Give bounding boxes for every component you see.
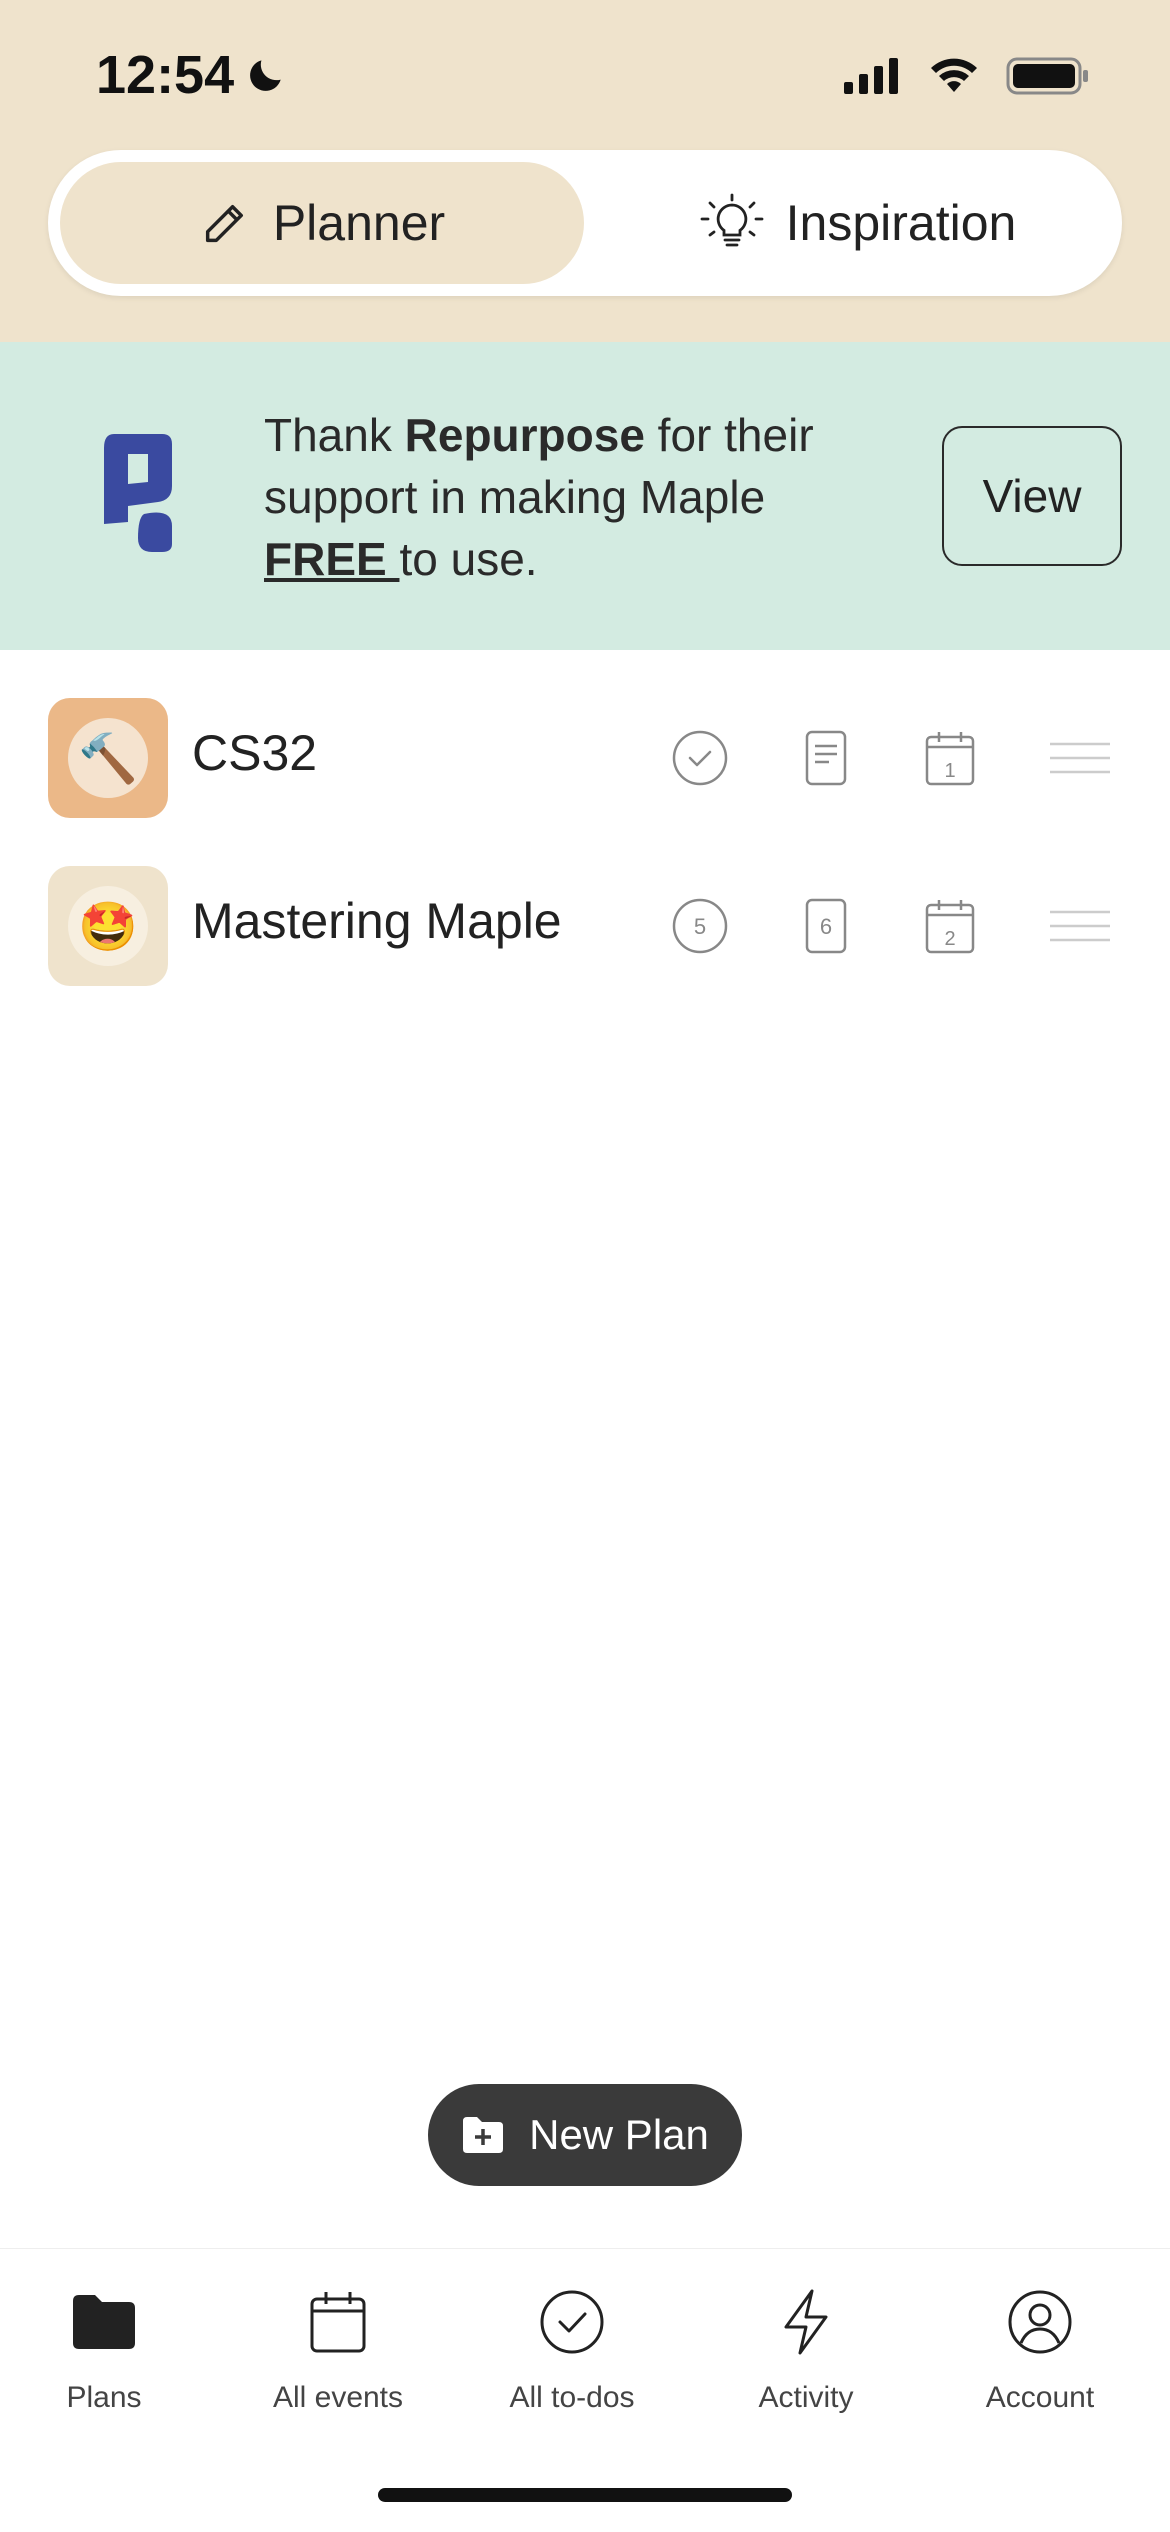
nav-account[interactable]: Account xyxy=(940,2277,1140,2415)
svg-text:6: 6 xyxy=(820,914,832,939)
nav-all-events[interactable]: All events xyxy=(238,2277,438,2415)
svg-text:1: 1 xyxy=(944,760,955,782)
plan-row-mastering-maple[interactable]: 🤩 Mastering Maple 5 6 2 xyxy=(0,852,1170,1002)
folder-plus-icon xyxy=(463,2117,504,2153)
star-struck-emoji-icon: 🤩 xyxy=(68,886,148,966)
drag-handle-icon[interactable] xyxy=(1050,896,1110,956)
nav-all-todos[interactable]: All to-dos xyxy=(472,2277,672,2415)
banner-text-3: to use. xyxy=(399,533,538,585)
repurpose-logo xyxy=(104,434,172,552)
drag-handle-icon[interactable] xyxy=(1050,728,1110,788)
new-plan-button[interactable]: New Plan xyxy=(428,2084,742,2186)
nav-plans[interactable]: Plans xyxy=(4,2277,204,2415)
screen: 12:54 Planner Inspiration Thank Repurpos… xyxy=(0,0,1170,2532)
status-time: 12:54 xyxy=(96,44,288,106)
sponsor-banner: Thank Repurpose for their support in mak… xyxy=(0,342,1170,650)
plan-avatar: 🤩 xyxy=(48,866,168,986)
signal-icon xyxy=(844,58,898,94)
plan-avatar: 🔨 xyxy=(48,698,168,818)
tab-inspiration[interactable]: Inspiration xyxy=(608,162,1108,284)
folder-icon xyxy=(73,2295,135,2349)
plan-row-cs32[interactable]: 🔨 CS32 1 xyxy=(0,684,1170,834)
header: 12:54 Planner Inspiration xyxy=(0,0,1170,342)
plan-name: Mastering Maple xyxy=(192,893,562,949)
calendar-icon[interactable]: 2 xyxy=(920,896,980,956)
user-circle-icon xyxy=(1008,2290,1072,2354)
plan-name: CS32 xyxy=(192,725,318,781)
view-button-label: View xyxy=(982,470,1082,522)
banner-message: Thank Repurpose for their support in mak… xyxy=(264,404,884,590)
nav-activity[interactable]: Activity xyxy=(706,2277,906,2415)
todo-check-icon[interactable] xyxy=(670,728,730,788)
calendar-icon[interactable]: 1 xyxy=(920,728,980,788)
view-button[interactable]: View xyxy=(942,426,1122,566)
check-circle-icon xyxy=(540,2290,604,2354)
lightning-icon xyxy=(784,2289,828,2355)
pencil-icon xyxy=(205,205,243,243)
svg-text:5: 5 xyxy=(694,914,706,939)
banner-sponsor: Repurpose xyxy=(404,409,645,461)
svg-text:2: 2 xyxy=(944,928,955,950)
calendar-icon xyxy=(310,2292,366,2353)
hammer-icon: 🔨 xyxy=(68,718,148,798)
mode-switcher: Planner Inspiration xyxy=(48,150,1122,296)
tab-inspiration-label: Inspiration xyxy=(785,195,1017,251)
tab-planner-label: Planner xyxy=(272,195,446,251)
battery-icon xyxy=(1006,57,1088,95)
time-text: 12:54 xyxy=(96,45,235,105)
new-plan-label: New Plan xyxy=(529,2111,709,2158)
banner-text-1: Thank xyxy=(264,409,405,461)
banner-free: FREE xyxy=(264,533,400,585)
moon-icon xyxy=(250,60,281,91)
status-icons xyxy=(842,56,1090,96)
lightbulb-icon xyxy=(700,193,764,247)
home-indicator xyxy=(378,2488,792,2502)
tab-planner[interactable]: Planner xyxy=(60,162,584,284)
document-icon[interactable] xyxy=(796,728,856,788)
todo-count-icon[interactable]: 5 xyxy=(670,896,730,956)
wifi-icon xyxy=(931,58,977,92)
document-count-icon[interactable]: 6 xyxy=(796,896,856,956)
